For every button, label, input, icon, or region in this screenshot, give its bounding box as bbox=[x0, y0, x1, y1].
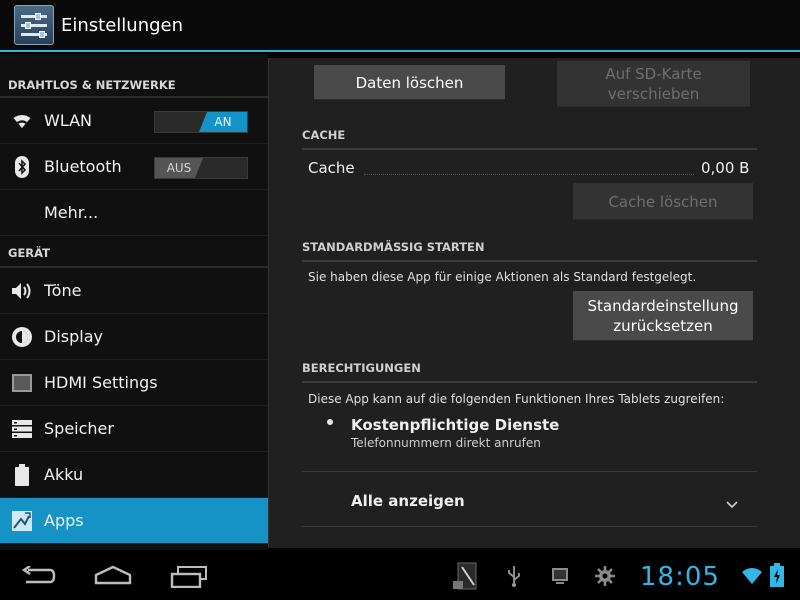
home-icon[interactable] bbox=[94, 565, 132, 589]
sidebar-item-hdmi[interactable]: HDMI Settings bbox=[0, 360, 268, 406]
notification-icon[interactable] bbox=[452, 561, 480, 595]
battery-status-icon bbox=[770, 563, 784, 591]
settings-sidebar: DRAHTLOS & NETZWERKE WLAN AN Bluetooth A… bbox=[0, 54, 268, 550]
recent-apps-icon[interactable] bbox=[170, 566, 208, 592]
bullet-icon bbox=[327, 419, 333, 425]
action-bar: Einstellungen bbox=[0, 0, 800, 52]
bluetooth-icon bbox=[0, 144, 44, 190]
battery-icon bbox=[0, 452, 44, 498]
section-header-wireless: DRAHTLOS & NETZWERKE bbox=[0, 54, 268, 98]
section-header-device: GERÄT bbox=[0, 236, 268, 268]
sidebar-item-label: Display bbox=[44, 327, 103, 346]
brightness-icon bbox=[0, 314, 44, 360]
sidebar-item-label: Mehr... bbox=[44, 203, 99, 222]
sidebar-item-apps[interactable]: Apps bbox=[0, 498, 268, 544]
section-header-permissions: BERECHTIGUNGEN bbox=[302, 361, 757, 383]
sidebar-item-wlan[interactable]: WLAN AN bbox=[0, 98, 268, 144]
hdmi-icon bbox=[0, 360, 44, 406]
settings-app-icon[interactable] bbox=[14, 5, 54, 45]
clear-cache-button[interactable]: Cache löschen bbox=[573, 183, 753, 220]
sidebar-item-label: Akku bbox=[44, 465, 84, 484]
speaker-icon bbox=[0, 268, 44, 314]
storage-icon bbox=[0, 406, 44, 452]
clear-data-button[interactable]: Daten löschen bbox=[314, 65, 505, 100]
sidebar-item-battery[interactable]: Akku bbox=[0, 452, 268, 498]
default-launch-description: Sie haben diese App für einige Aktionen … bbox=[308, 270, 697, 284]
show-all-permissions-row[interactable]: Alle anzeigen bbox=[302, 472, 757, 526]
wifi-status-icon bbox=[741, 567, 763, 589]
sidebar-item-more[interactable]: Mehr... bbox=[0, 190, 268, 236]
wlan-toggle[interactable]: AN bbox=[154, 111, 248, 133]
sidebar-item-bluetooth[interactable]: Bluetooth AUS bbox=[0, 144, 268, 190]
permission-subtitle: Telefonnummern direkt anrufen bbox=[351, 436, 541, 450]
cache-label: Cache bbox=[308, 159, 355, 177]
permissions-description: Diese App kann auf die folgenden Funktio… bbox=[308, 392, 725, 406]
reset-defaults-button[interactable]: Standardeinstellung zurücksetzen bbox=[573, 291, 753, 341]
debug-icon[interactable] bbox=[594, 565, 616, 591]
wifi-icon bbox=[0, 98, 44, 144]
app-info-pane: Daten löschen Auf SD-Karte verschieben CA… bbox=[268, 58, 800, 548]
sidebar-item-sound[interactable]: Töne bbox=[0, 268, 268, 314]
usb-icon[interactable] bbox=[506, 565, 522, 591]
chevron-down-icon bbox=[726, 494, 738, 513]
back-icon[interactable] bbox=[20, 565, 56, 590]
sidebar-item-label: HDMI Settings bbox=[44, 373, 158, 392]
sidebar-item-label: Töne bbox=[44, 281, 82, 300]
cache-size: 0,00 B bbox=[701, 159, 750, 177]
page-title: Einstellungen bbox=[61, 14, 184, 36]
sidebar-item-storage[interactable]: Speicher bbox=[0, 406, 268, 452]
screenshot-icon[interactable] bbox=[550, 566, 570, 590]
sidebar-item-label: WLAN bbox=[44, 111, 93, 130]
permission-title: Kostenpflichtige Dienste bbox=[351, 416, 560, 434]
section-header-default-launch: STANDARDMÄSSIG STARTEN bbox=[302, 240, 757, 262]
sidebar-item-display[interactable]: Display bbox=[0, 314, 268, 360]
status-clock: 18:05 bbox=[640, 562, 720, 592]
section-header-cache: CACHE bbox=[302, 128, 757, 150]
bluetooth-toggle[interactable]: AUS bbox=[154, 157, 248, 179]
sidebar-item-label: Speicher bbox=[44, 419, 114, 438]
apps-icon bbox=[0, 498, 44, 544]
sidebar-item-label: Apps bbox=[44, 511, 84, 530]
sidebar-item-label: Bluetooth bbox=[44, 157, 122, 176]
show-all-label: Alle anzeigen bbox=[351, 492, 465, 510]
move-to-sd-button[interactable]: Auf SD-Karte verschieben bbox=[557, 61, 750, 107]
